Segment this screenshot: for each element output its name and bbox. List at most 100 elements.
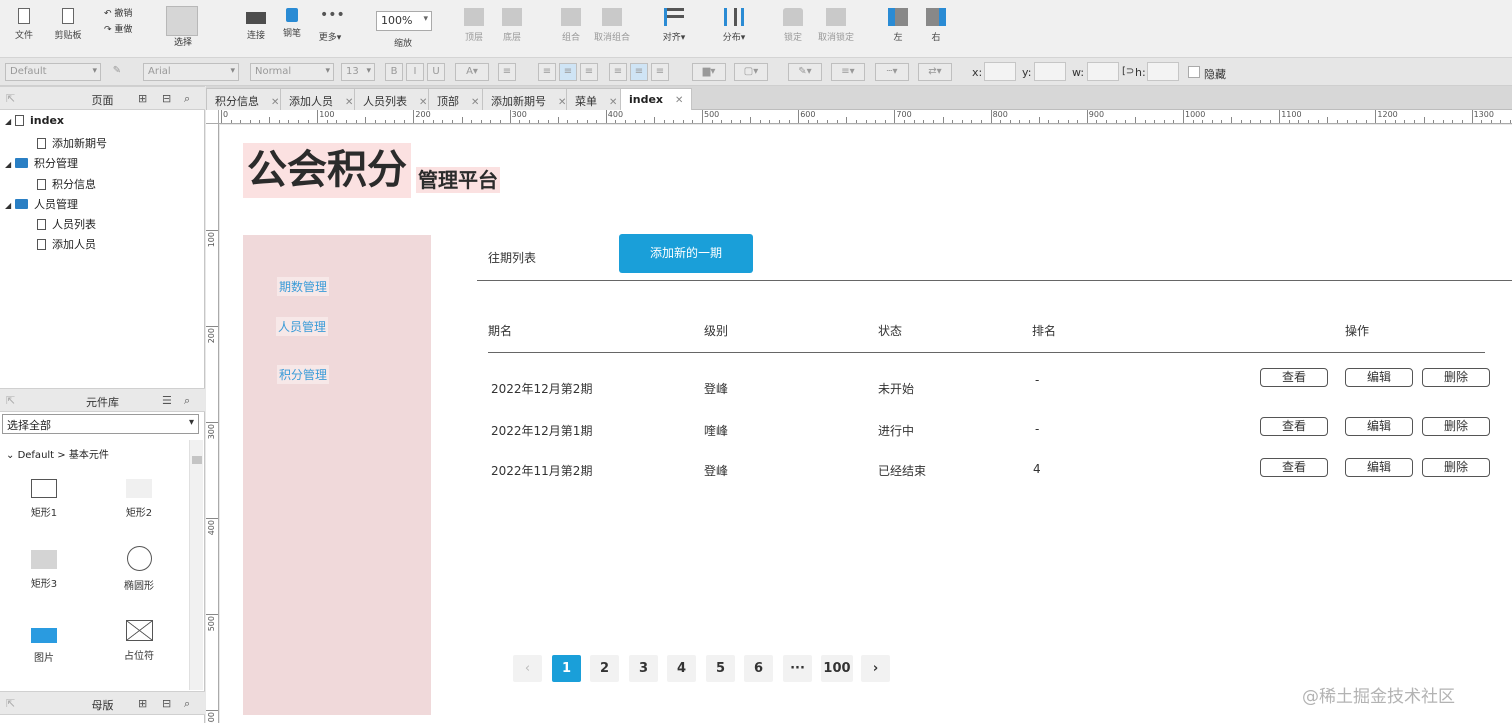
logo-title[interactable]: 公会积分: [243, 143, 411, 198]
align-center-icon[interactable]: ≡: [559, 63, 577, 81]
add-period-button[interactable]: 添加新的一期: [619, 234, 753, 273]
widget-image[interactable]: 图片: [4, 619, 84, 664]
edit-button[interactable]: 编辑: [1345, 458, 1413, 477]
align-left-icon[interactable]: ≡: [538, 63, 556, 81]
expand-icon[interactable]: ◢: [5, 201, 15, 210]
pagination-page[interactable]: 5: [706, 655, 735, 682]
clipboard-button[interactable]: 剪贴板: [46, 4, 90, 52]
w-input[interactable]: [1087, 62, 1119, 81]
align-button[interactable]: 对齐▾: [652, 4, 696, 52]
line-color-icon[interactable]: ✎▾: [788, 63, 822, 81]
font-select[interactable]: Arial: [143, 63, 239, 81]
hide-checkbox[interactable]: [1188, 66, 1200, 78]
close-icon[interactable]: ✕: [271, 97, 279, 108]
tab-member-list[interactable]: 人员列表 ✕: [354, 88, 437, 110]
expand-icon[interactable]: ◢: [5, 160, 15, 169]
widget-ellipse[interactable]: 椭圆形: [99, 546, 179, 592]
view-button[interactable]: 查看: [1260, 368, 1328, 387]
tree-item-member-list[interactable]: 人员列表: [37, 216, 96, 232]
x-input[interactable]: [984, 62, 1016, 81]
bullet-list-icon[interactable]: ≡: [498, 63, 516, 81]
delete-button[interactable]: 删除: [1422, 458, 1490, 477]
y-input[interactable]: [1034, 62, 1066, 81]
valign-middle-icon[interactable]: ≡: [630, 63, 648, 81]
logo-subtitle[interactable]: 管理平台: [416, 167, 500, 193]
tree-item-add-member[interactable]: 添加人员: [37, 236, 96, 252]
pagination-prev[interactable]: ‹: [513, 655, 542, 682]
distribute-button[interactable]: 分布▾: [712, 4, 756, 52]
scroll-thumb[interactable]: [192, 456, 202, 464]
shadow-icon[interactable]: ▢▾: [734, 63, 768, 81]
ungroup-button[interactable]: 取消组合: [590, 4, 634, 52]
close-icon[interactable]: ✕: [419, 97, 427, 108]
pagination-ellipsis[interactable]: ···: [783, 655, 812, 682]
view-button[interactable]: 查看: [1260, 458, 1328, 477]
select-label[interactable]: 选择: [174, 35, 192, 48]
add-folder-icon[interactable]: ⊟: [162, 697, 171, 710]
lock-button[interactable]: 锁定: [771, 4, 815, 52]
add-folder-icon[interactable]: ⊟: [162, 92, 171, 105]
edit-button[interactable]: 编辑: [1345, 417, 1413, 436]
tree-item-index[interactable]: ◢ index: [5, 114, 64, 127]
library-select[interactable]: 选择全部: [2, 414, 199, 434]
delete-button[interactable]: 删除: [1422, 417, 1490, 436]
line-width-icon[interactable]: ≡▾: [831, 63, 865, 81]
valign-bottom-icon[interactable]: ≡: [651, 63, 669, 81]
pagination-page[interactable]: 4: [667, 655, 696, 682]
view-button[interactable]: 查看: [1260, 417, 1328, 436]
widget-rect1[interactable]: 矩形1: [4, 479, 84, 519]
pagination-next[interactable]: ›: [861, 655, 890, 682]
lock-ratio-icon[interactable]: [⊃: [1122, 66, 1134, 77]
search-icon[interactable]: ⌕: [184, 394, 190, 408]
underline-icon[interactable]: U: [427, 63, 445, 81]
tab-add-period[interactable]: 添加新期号 ✕: [482, 88, 576, 110]
menu-item-members[interactable]: 人员管理: [276, 317, 329, 336]
select-mode-button[interactable]: [166, 6, 198, 36]
search-icon[interactable]: ⌕: [184, 697, 190, 711]
close-icon[interactable]: ✕: [345, 97, 353, 108]
add-page-icon[interactable]: ⊞: [138, 92, 147, 105]
tree-item-points-info[interactable]: 积分信息: [37, 176, 96, 192]
page-sidebar[interactable]: 期数管理 人员管理 积分管理: [243, 235, 431, 715]
edit-button[interactable]: 编辑: [1345, 368, 1413, 387]
tree-folder-points[interactable]: ◢ 积分管理: [5, 155, 78, 171]
search-icon[interactable]: ⌕: [184, 92, 190, 106]
file-button[interactable]: 文件: [2, 4, 46, 52]
font-color-icon[interactable]: A▾: [455, 63, 489, 81]
pagination-page[interactable]: 3: [629, 655, 658, 682]
style-select[interactable]: Default: [5, 63, 101, 81]
tab-index[interactable]: index ✕: [620, 88, 693, 111]
group-button[interactable]: 组合: [549, 4, 593, 52]
valign-top-icon[interactable]: ≡: [609, 63, 627, 81]
tab-menu[interactable]: 菜单 ✕: [566, 88, 627, 110]
send-bottom-button[interactable]: 底层: [490, 4, 534, 52]
zoom-select[interactable]: 100%: [376, 11, 432, 31]
widget-rect2[interactable]: 矩形2: [99, 479, 179, 519]
library-scrollbar[interactable]: [189, 440, 203, 690]
design-canvas[interactable]: 公会积分 管理平台 期数管理 人员管理 积分管理 往期列表 添加新的一期 期名 …: [220, 125, 1512, 723]
unlock-button[interactable]: 取消锁定: [814, 4, 858, 52]
library-group-label[interactable]: ⌄ Default > 基本元件: [6, 446, 109, 461]
italic-icon[interactable]: I: [406, 63, 424, 81]
add-master-icon[interactable]: ⊞: [138, 697, 147, 710]
style-edit-icon[interactable]: ✎: [108, 63, 126, 81]
line-style-icon[interactable]: ┄▾: [875, 63, 909, 81]
widget-rect3[interactable]: 矩形3: [4, 550, 84, 590]
arrow-style-icon[interactable]: ⇄▾: [918, 63, 952, 81]
expand-icon[interactable]: ◢: [5, 117, 15, 126]
tab-points-info[interactable]: 积分信息 ✕: [206, 88, 289, 110]
pagination-page[interactable]: 100: [821, 655, 853, 682]
close-icon[interactable]: ✕: [609, 97, 617, 108]
tab-add-member[interactable]: 添加人员 ✕: [280, 88, 363, 110]
redo-button[interactable]: ↷ 重做: [104, 22, 132, 35]
pagination-page[interactable]: 2: [590, 655, 619, 682]
more-button[interactable]: ••• 更多▾: [308, 4, 352, 52]
pagination-page[interactable]: 6: [744, 655, 773, 682]
close-icon[interactable]: ✕: [675, 95, 683, 106]
pagination-page[interactable]: 1: [552, 655, 581, 682]
widget-placeholder[interactable]: 占位符: [99, 620, 179, 662]
menu-item-periods[interactable]: 期数管理: [277, 277, 330, 296]
bold-icon[interactable]: B: [385, 63, 403, 81]
right-panel-toggle[interactable]: 右: [914, 4, 958, 52]
fill-color-icon[interactable]: ▆▾: [692, 63, 726, 81]
